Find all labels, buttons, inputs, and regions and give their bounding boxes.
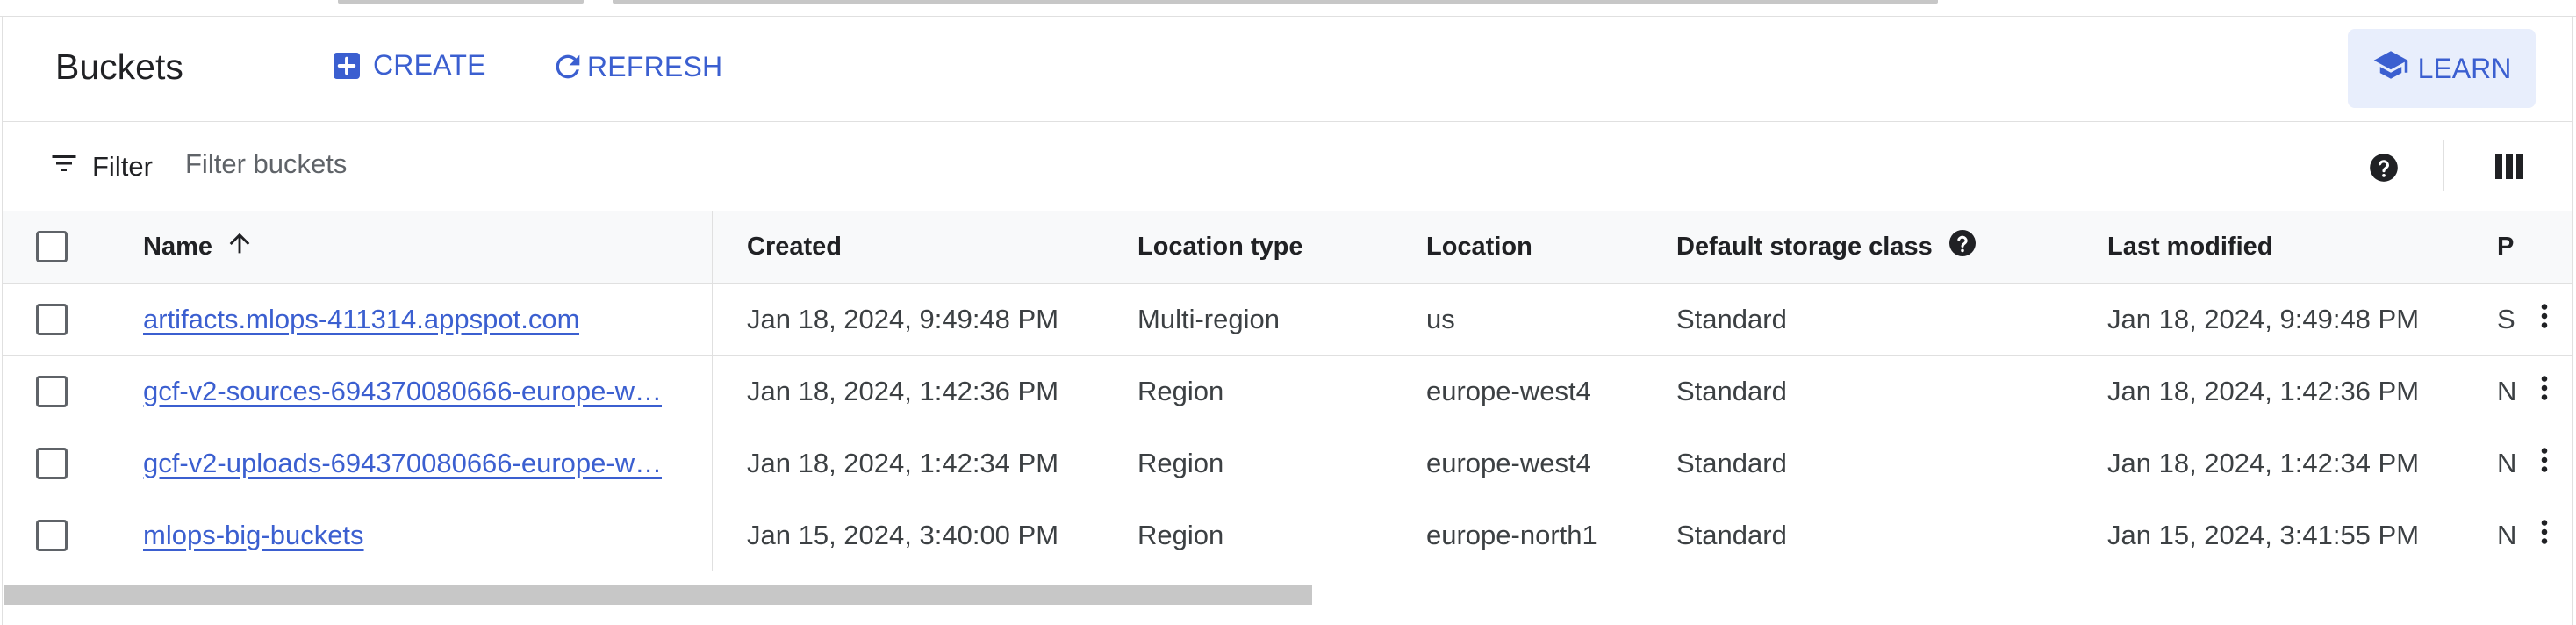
location-type-cell: Region [1137, 447, 1224, 478]
row-checkbox-cell [36, 427, 89, 499]
row-checkbox[interactable] [36, 375, 68, 407]
buckets-table: Name Created Location type Location Defa… [3, 211, 2572, 571]
refresh-button-label: REFRESH [587, 50, 723, 83]
row-checkbox-cell [36, 284, 89, 355]
storage-class-cell: Standard [1676, 519, 1787, 550]
bucket-name-link[interactable]: gcf-v2-sources-694370080666-europe-w… [143, 376, 662, 407]
more-vert-icon [2529, 516, 2560, 555]
last-modified-cell: Jan 18, 2024, 1:42:34 PM [2107, 447, 2420, 478]
toolbar-divider [2443, 140, 2444, 191]
location-cell: europe-north1 [1426, 519, 1597, 550]
buckets-panel: Buckets CREATE REFRESH LEARN Filter Filt… [2, 16, 2573, 625]
column-header-storage-class-label: Default storage class [1676, 232, 1933, 261]
storage-class-cell: Standard [1676, 447, 1787, 478]
location-cell: us [1426, 303, 1455, 334]
location-type-cell: Region [1137, 375, 1224, 406]
filter-button-label: Filter [92, 151, 153, 182]
horizontal-scrollbar[interactable] [3, 583, 2572, 609]
school-icon [2372, 47, 2418, 90]
column-header-last-modified[interactable]: Last modified [2107, 211, 2476, 283]
row-checkbox[interactable] [36, 447, 68, 479]
bucket-name-link[interactable]: gcf-v2-uploads-694370080666-europe-w… [143, 448, 662, 479]
column-header-name[interactable]: Name [143, 211, 705, 283]
table-row[interactable]: gcf-v2-sources-694370080666-europe-w… Ja… [3, 356, 2572, 427]
name-column-divider [712, 211, 713, 283]
bucket-name-cell: gcf-v2-uploads-694370080666-europe-w… [143, 427, 705, 499]
name-column-divider [712, 427, 713, 499]
row-checkbox-cell [36, 356, 89, 427]
bucket-name-link[interactable]: artifacts.mlops-411314.appspot.com [143, 304, 579, 335]
table-header-row: Name Created Location type Location Defa… [3, 211, 2572, 284]
scrollbar-thumb[interactable] [4, 585, 1312, 605]
create-button-label: CREATE [373, 49, 486, 81]
name-column-divider [712, 356, 713, 427]
filter-bar: Filter [3, 121, 2572, 212]
bucket-name-link[interactable]: mlops-big-buckets [143, 520, 364, 551]
column-header-p[interactable]: P [2497, 211, 2523, 283]
learn-button-label: LEARN [2417, 52, 2512, 84]
column-header-created[interactable]: Created [747, 211, 1116, 283]
learn-button[interactable]: LEARN [2348, 29, 2536, 108]
created-cell: Jan 18, 2024, 1:42:36 PM [747, 375, 1059, 406]
bucket-name-cell: artifacts.mlops-411314.appspot.com [143, 284, 705, 355]
more-vert-icon [2529, 300, 2560, 339]
location-type-cell: Multi-region [1137, 303, 1280, 334]
bucket-name-cell: mlops-big-buckets [143, 499, 705, 571]
table-row[interactable]: gcf-v2-uploads-694370080666-europe-w… Ja… [3, 427, 2572, 499]
row-checkbox-cell [36, 499, 89, 571]
created-cell: Jan 18, 2024, 9:49:48 PM [747, 303, 1059, 334]
create-button[interactable]: CREATE [331, 49, 486, 82]
filter-button[interactable]: Filter [48, 147, 153, 186]
add-box-icon [331, 50, 373, 82]
column-header-storage-class[interactable]: Default storage class [1676, 211, 2080, 283]
select-all-checkbox[interactable] [36, 231, 68, 262]
select-all-cell [36, 211, 89, 283]
column-view-icon[interactable] [2493, 153, 2525, 185]
column-header-location-type[interactable]: Location type [1137, 211, 1401, 283]
last-modified-cell: Jan 18, 2024, 1:42:36 PM [2107, 375, 2420, 406]
arrow-upward-icon[interactable] [225, 228, 255, 265]
column-header-name-label: Name [143, 232, 212, 261]
page-title: Buckets [55, 47, 183, 87]
row-menu-button[interactable] [2515, 356, 2573, 427]
refresh-icon [550, 49, 587, 84]
name-column-divider [712, 499, 713, 571]
row-checkbox[interactable] [36, 519, 68, 551]
location-cell: europe-west4 [1426, 447, 1591, 478]
row-checkbox[interactable] [36, 303, 68, 335]
storage-class-cell: Standard [1676, 303, 1787, 334]
top-strip [0, 0, 2576, 17]
filter-buckets-input[interactable] [185, 142, 975, 186]
refresh-button[interactable]: REFRESH [550, 49, 722, 84]
name-column-divider [712, 284, 713, 355]
filter-list-icon [48, 147, 92, 186]
bucket-name-cell: gcf-v2-sources-694370080666-europe-w… [143, 356, 705, 427]
top-tab-indicator [338, 0, 584, 4]
last-modified-cell: Jan 15, 2024, 3:41:55 PM [2107, 519, 2420, 550]
table-row[interactable]: artifacts.mlops-411314.appspot.com Jan 1… [3, 284, 2572, 356]
page-header: Buckets CREATE REFRESH LEARN [3, 16, 2572, 122]
storage-class-cell: Standard [1676, 375, 1787, 406]
more-vert-icon [2529, 372, 2560, 411]
row-menu-button[interactable] [2515, 499, 2573, 571]
column-header-location[interactable]: Location [1426, 211, 1654, 283]
help-icon[interactable] [1947, 227, 1978, 266]
last-modified-cell: Jan 18, 2024, 9:49:48 PM [2107, 303, 2420, 334]
location-cell: europe-west4 [1426, 375, 1591, 406]
top-search-bar-edge [613, 0, 1938, 4]
location-type-cell: Region [1137, 519, 1224, 550]
row-menu-button[interactable] [2515, 427, 2573, 499]
row-menu-button[interactable] [2515, 284, 2573, 355]
table-row[interactable]: mlops-big-buckets Jan 15, 2024, 3:40:00 … [3, 499, 2572, 571]
created-cell: Jan 15, 2024, 3:40:00 PM [747, 519, 1059, 550]
more-vert-icon [2529, 444, 2560, 483]
help-icon[interactable] [2367, 151, 2400, 189]
created-cell: Jan 18, 2024, 1:42:34 PM [747, 447, 1059, 478]
